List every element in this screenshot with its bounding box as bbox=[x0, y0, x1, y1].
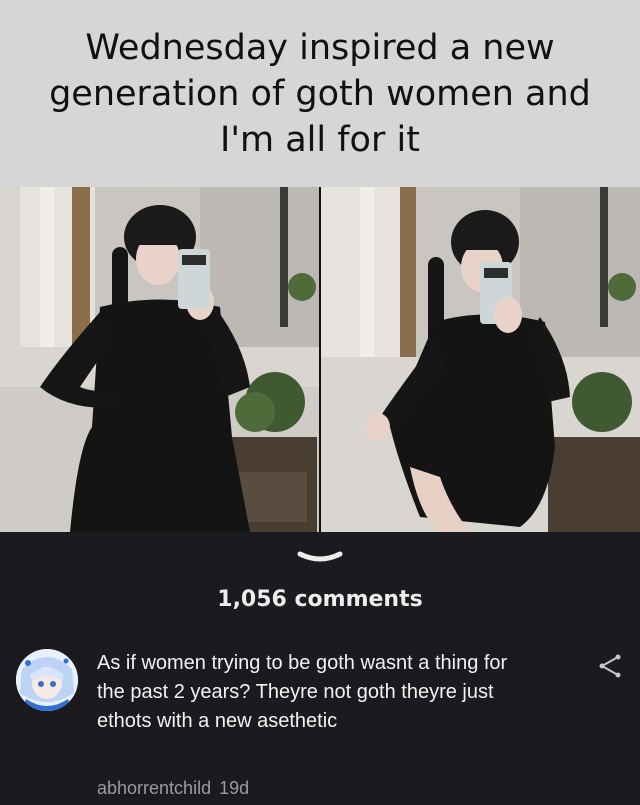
comment-text: As if women trying to be goth wasnt a th… bbox=[97, 652, 508, 732]
comment-username[interactable]: abhorrentchild bbox=[97, 778, 211, 798]
photo-collage[interactable] bbox=[0, 187, 640, 532]
meme-caption: Wednesday inspired a new generation of g… bbox=[49, 27, 591, 160]
photo-divider bbox=[319, 187, 321, 532]
photo-right bbox=[320, 187, 640, 532]
comment-meta: abhorrentchild 19d bbox=[97, 778, 249, 799]
comment-count[interactable]: 1,056 comments bbox=[0, 587, 640, 612]
comments-section: 1,056 comments As if women trying to be … bbox=[0, 532, 640, 805]
comment-age: 19d bbox=[219, 778, 250, 798]
share-icon[interactable] bbox=[596, 652, 624, 680]
photo-left bbox=[0, 187, 320, 532]
anime-avatar-icon bbox=[16, 649, 78, 711]
avatar[interactable] bbox=[16, 649, 78, 711]
chevron-down-icon[interactable] bbox=[296, 550, 344, 570]
meme-caption-panel: Wednesday inspired a new generation of g… bbox=[0, 0, 640, 187]
